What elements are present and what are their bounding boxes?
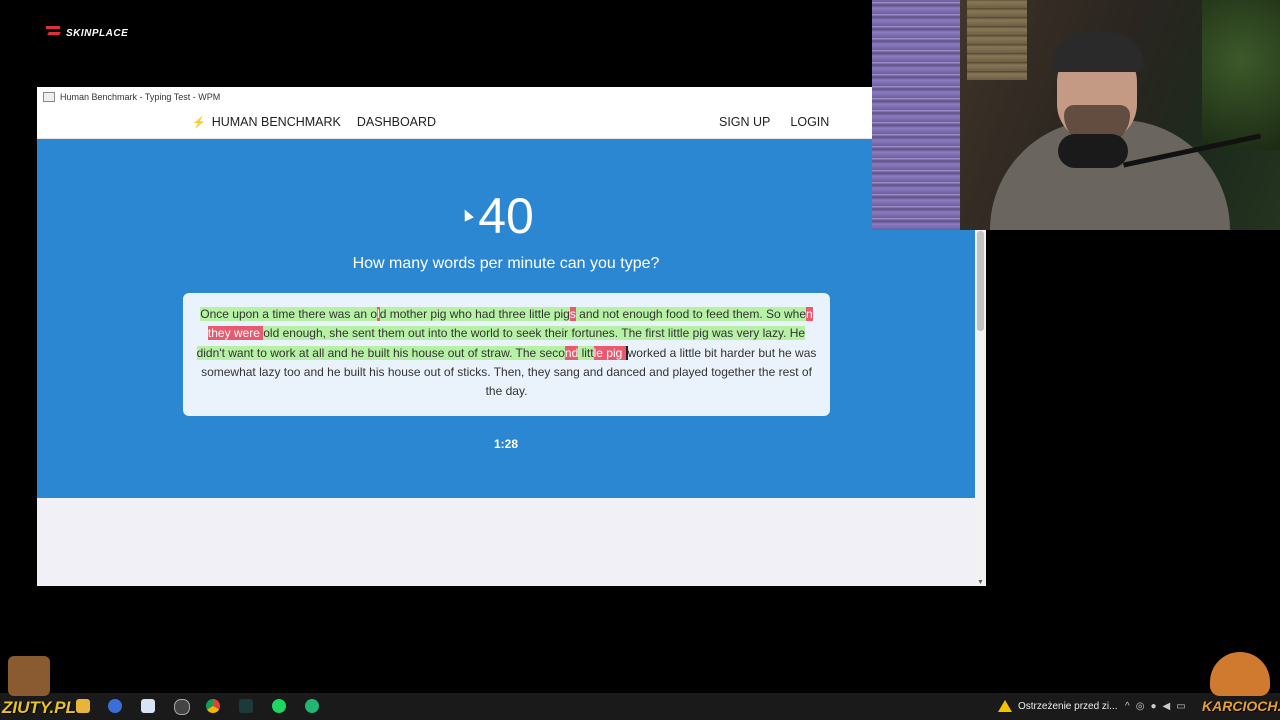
wpm-counter: 40 <box>478 188 534 244</box>
window-titlebar[interactable]: Human Benchmark - Typing Test - WPM <box>37 87 986 107</box>
tray-app-icon[interactable]: ◎ <box>1136 701 1151 712</box>
typed-segment-correct: Once upon a time there was an o <box>200 307 378 321</box>
game-shelf <box>872 0 960 230</box>
browser-window: Human Benchmark - Typing Test - WPM ⚡ HU… <box>37 87 986 586</box>
page-lower-section <box>37 498 975 586</box>
taskbar-warning[interactable]: Ostrzeżenie przed zi... <box>998 700 1117 712</box>
system-tray[interactable]: ^◎●◀▭ <box>1125 701 1192 712</box>
skinplace-mark-icon <box>46 26 62 40</box>
window-title: Human Benchmark - Typing Test - WPM <box>60 92 221 102</box>
webcam-overlay <box>872 0 1280 230</box>
typed-segment-correct: and not enough food to feed them. So whe <box>575 307 807 321</box>
volume-icon[interactable]: ◀ <box>1162 701 1176 712</box>
karcioch-mascot <box>1210 652 1270 696</box>
typed-segment-error: nd <box>564 345 579 360</box>
window-icon <box>43 92 55 102</box>
typed-segment-error: le pig <box>593 345 626 360</box>
scrollbar-thumb[interactable] <box>977 231 984 331</box>
nav-signup-link[interactable]: SIGN UP <box>719 115 770 129</box>
skinplace-text: SKINPLACE <box>66 27 129 39</box>
warning-text: Ostrzeżenie przed zi... <box>1018 700 1118 712</box>
typed-segment-error: s <box>569 307 576 321</box>
app-icon[interactable] <box>305 699 319 713</box>
typed-segment-correct: litt <box>578 345 594 360</box>
nav-home-link[interactable]: HUMAN BENCHMARK <box>212 115 341 129</box>
background-shelf <box>967 0 1027 80</box>
display-icon[interactable]: ▭ <box>1176 701 1191 712</box>
site-navbar: ⚡ HUMAN BENCHMARK DASHBOARD SIGN UP LOGI… <box>37 107 986 139</box>
lightning-icon: ⚡ <box>192 116 206 129</box>
chrome-icon[interactable] <box>206 699 220 713</box>
tray-chevron-icon[interactable]: ^ <box>1125 701 1136 712</box>
mic-icon[interactable]: ● <box>1150 701 1162 712</box>
ziuty-mascot <box>8 656 50 696</box>
streamer-beanie <box>1052 32 1144 72</box>
obs-icon[interactable] <box>174 699 190 715</box>
ziuty-logo: ZIUTY.PL <box>2 698 76 717</box>
typing-test-hero: 40 How many words per minute can you typ… <box>37 139 975 498</box>
plant <box>1202 0 1280 150</box>
file-explorer-icon[interactable] <box>76 699 90 713</box>
nav-login-link[interactable]: LOGIN <box>790 115 829 129</box>
microphone <box>1058 134 1128 168</box>
spotify-icon[interactable] <box>272 699 286 713</box>
audio-app-icon[interactable] <box>239 699 253 713</box>
nav-dashboard-link[interactable]: DASHBOARD <box>357 115 436 129</box>
test-question: How many words per minute can you type? <box>352 255 660 272</box>
typing-text: Once upon a time there was an old mother… <box>183 293 830 401</box>
skinplace-logo: SKINPLACE <box>46 26 128 40</box>
browser-icon[interactable] <box>108 699 122 713</box>
typed-segment-correct: d mother pig who had three little pig <box>379 307 570 321</box>
typing-textbox[interactable]: Once upon a time there was an old mother… <box>183 293 830 416</box>
karcioch-logo: KARCIOCH.PL <box>1202 698 1280 714</box>
scroll-down-icon[interactable]: ▼ <box>977 579 984 586</box>
warning-icon <box>998 700 1012 712</box>
test-timer: 1:28 <box>493 437 519 451</box>
calendar-icon[interactable] <box>141 699 155 713</box>
